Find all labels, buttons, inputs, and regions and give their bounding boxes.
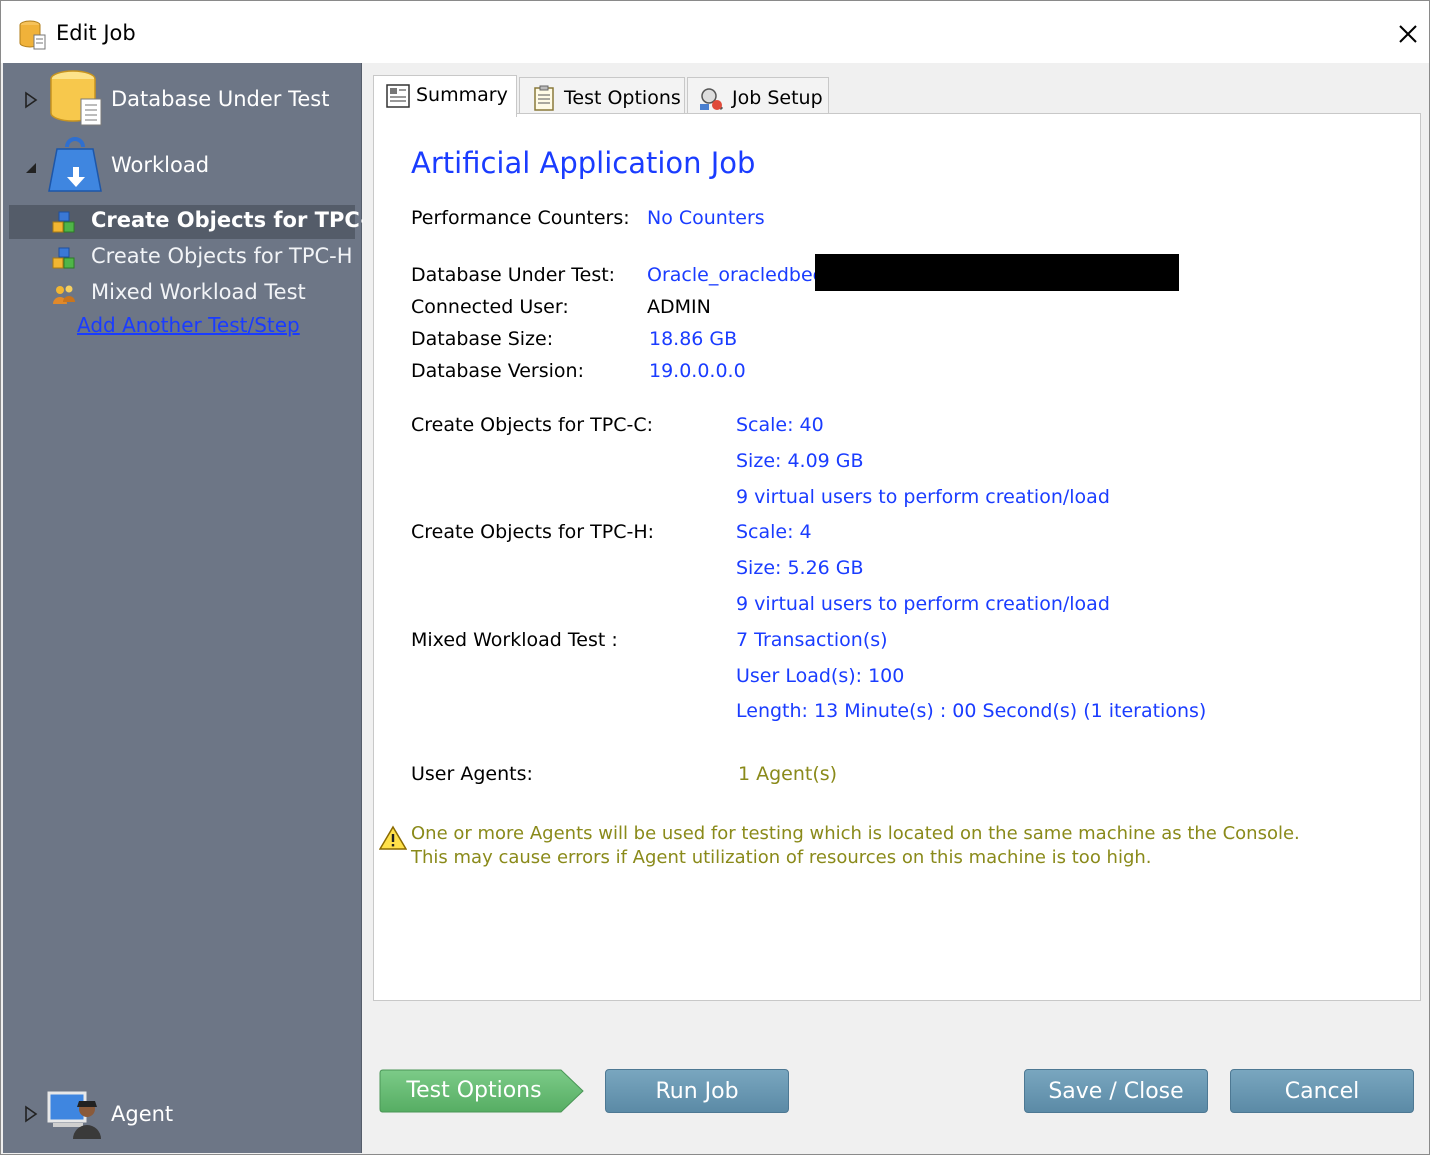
mixed-workload-label: Mixed Workload Test : — [411, 629, 618, 651]
close-icon[interactable] — [1389, 15, 1427, 53]
mixed-transactions[interactable]: 7 Transaction(s) — [736, 629, 888, 651]
cancel-button[interactable]: Cancel — [1230, 1069, 1414, 1113]
performance-counters-label: Performance Counters: — [411, 207, 630, 229]
warning-icon — [379, 825, 407, 850]
sidebar-step-tpch[interactable]: Create Objects for TPC-H — [9, 241, 355, 275]
tpch-scale[interactable]: Scale: 4 — [736, 521, 812, 543]
sidebar-step-tpcc[interactable]: Create Objects for TPC-C — [9, 205, 384, 239]
job-title: Artificial Application Job — [411, 146, 756, 180]
database-under-test-value[interactable]: Oracle_oracledbee. — [647, 264, 830, 286]
sidebar-item-workload[interactable]: Workload — [111, 153, 209, 177]
cubes-icon — [52, 247, 75, 269]
database-version-value: 19.0.0.0.0 — [649, 360, 746, 382]
add-another-step-link[interactable]: Add Another Test/Step — [77, 313, 300, 337]
summary-document-icon — [386, 84, 410, 108]
tpcc-users[interactable]: 9 virtual users to perform creation/load — [736, 486, 1110, 508]
expand-arrow-icon[interactable] — [23, 1105, 39, 1123]
sidebar-item-agent[interactable]: Agent — [111, 1102, 173, 1126]
summary-panel: Artificial Application Job Performance C… — [373, 113, 1421, 1001]
run-job-button[interactable]: Run Job — [605, 1069, 789, 1113]
connected-user-label: Connected User: — [411, 296, 569, 318]
warning-line: This may cause errors if Agent utilizati… — [411, 847, 1152, 868]
sidebar-step-label: Mixed Workload Test — [91, 280, 306, 304]
tpch-users[interactable]: 9 virtual users to perform creation/load — [736, 593, 1110, 615]
database-under-test-label: Database Under Test: — [411, 264, 616, 286]
user-agents-label: User Agents: — [411, 763, 533, 785]
window-title: Edit Job — [56, 21, 136, 45]
database-version-label: Database Version: — [411, 360, 584, 382]
warning-line: One or more Agents will be used for test… — [411, 823, 1300, 844]
sidebar-item-database-under-test[interactable]: Database Under Test — [111, 87, 329, 111]
sidebar-step-label: Create Objects for TPC-H — [91, 244, 353, 268]
performance-counters-value[interactable]: No Counters — [647, 207, 765, 229]
collapse-arrow-icon[interactable] — [23, 159, 39, 177]
test-options-button-label: Test Options — [406, 1078, 542, 1103]
main-area: Summary Test Options Job Setup Artificia… — [363, 63, 1429, 1153]
database-icon — [50, 70, 102, 126]
agent-computer-icon — [47, 1091, 101, 1139]
test-options-button[interactable]: Test Options — [379, 1069, 585, 1113]
tpch-size[interactable]: Size: 5.26 GB — [736, 557, 864, 579]
mixed-length[interactable]: Length: 13 Minute(s) : 00 Second(s) (1 i… — [736, 700, 1206, 722]
redaction-bar — [815, 254, 1179, 291]
mixed-user-load[interactable]: User Load(s): 100 — [736, 665, 904, 687]
title-bar: Edit Job — [1, 1, 1429, 63]
database-size-label: Database Size: — [411, 328, 554, 350]
tpcc-label: Create Objects for TPC-C: — [411, 414, 654, 436]
user-agents-value[interactable]: 1 Agent(s) — [738, 763, 837, 785]
users-icon — [53, 285, 75, 304]
tpch-label: Create Objects for TPC-H: — [411, 521, 655, 543]
tab-job-setup[interactable]: Job Setup — [687, 77, 829, 117]
clipboard-icon — [534, 85, 554, 111]
tab-test-options[interactable]: Test Options — [519, 77, 685, 117]
sidebar: Database Under Test Workload Create Obje… — [3, 63, 384, 1153]
cubes-icon — [52, 211, 75, 233]
job-setup-icon — [700, 88, 724, 111]
connected-user-value: ADMIN — [647, 296, 711, 318]
tab-label: Job Setup — [732, 87, 823, 109]
database-job-icon — [19, 20, 46, 50]
sidebar-step-label: Create Objects for TPC-C — [91, 208, 385, 232]
tab-label: Test Options — [564, 87, 681, 109]
tpcc-scale[interactable]: Scale: 40 — [736, 414, 824, 436]
workload-weight-icon — [48, 137, 102, 192]
sidebar-step-mixed-workload[interactable]: Mixed Workload Test — [9, 277, 355, 311]
database-size-value: 18.86 GB — [649, 328, 738, 350]
tab-label: Summary — [416, 84, 508, 106]
warning-message: One or more Agents will be used for test… — [411, 822, 1300, 870]
tab-summary[interactable]: Summary — [373, 75, 517, 117]
edit-job-window: Edit Job Database Under Test Workload Cr… — [0, 0, 1430, 1155]
tpcc-size[interactable]: Size: 4.09 GB — [736, 450, 864, 472]
expand-arrow-icon[interactable] — [23, 91, 39, 109]
save-close-button[interactable]: Save / Close — [1024, 1069, 1208, 1113]
